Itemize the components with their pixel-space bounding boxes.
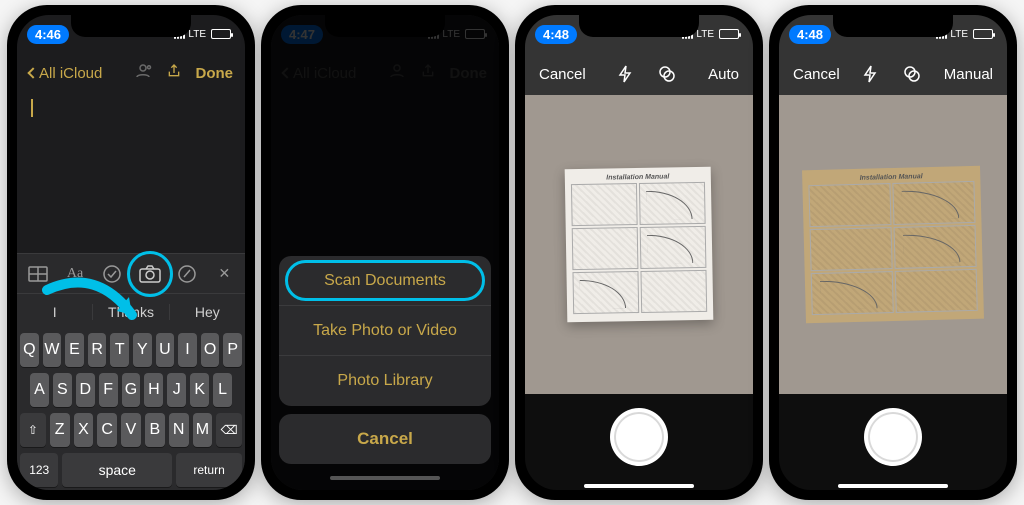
flash-icon[interactable]: [863, 65, 877, 83]
keyboard: Q W E R T Y U I O P A S D F G H J K L: [17, 329, 245, 490]
done-button[interactable]: Done: [196, 65, 234, 82]
phone-frame-4: 4:48 LTE Cancel Manual Installation Manu: [769, 5, 1017, 500]
close-icon[interactable]: ✕: [210, 259, 239, 289]
notes-navbar: All iCloud Done: [17, 53, 245, 93]
photo-library-item[interactable]: Photo Library: [279, 356, 491, 406]
prediction-3[interactable]: Hey: [170, 304, 245, 320]
time-pill[interactable]: 4:46: [27, 25, 69, 44]
share-icon[interactable]: [166, 62, 182, 85]
key-c[interactable]: C: [97, 413, 117, 447]
key-a[interactable]: A: [30, 373, 49, 407]
screen-scanner-manual: 4:48 LTE Cancel Manual Installation Manu: [779, 15, 1007, 490]
text-cursor: [31, 99, 33, 117]
cancel-label: Cancel: [357, 429, 413, 449]
key-f[interactable]: F: [99, 373, 118, 407]
note-body[interactable]: [17, 93, 245, 253]
key-q[interactable]: Q: [20, 333, 39, 367]
screen-notes-editor: 4:46 LTE All iCloud Done: [17, 15, 245, 490]
key-delete[interactable]: ⌫: [216, 413, 242, 447]
doc-title: Installation Manual: [571, 173, 705, 182]
battery-icon: [973, 29, 993, 39]
key-g[interactable]: G: [122, 373, 141, 407]
notch: [71, 15, 191, 37]
key-l[interactable]: L: [213, 373, 232, 407]
back-button[interactable]: All iCloud: [29, 65, 102, 82]
flash-icon[interactable]: [618, 65, 632, 83]
doc-grid: [571, 182, 707, 314]
shutter-bar: [779, 394, 1007, 480]
key-m[interactable]: M: [193, 413, 213, 447]
network-label: LTE: [696, 29, 714, 40]
take-photo-item[interactable]: Take Photo or Video: [279, 306, 491, 356]
document-preview: Installation Manual: [565, 167, 714, 323]
scan-documents-item[interactable]: Scan Documents: [279, 256, 491, 306]
key-b[interactable]: B: [145, 413, 165, 447]
shutter-button[interactable]: [864, 408, 922, 466]
phone-frame-1: 4:46 LTE All iCloud Done: [7, 5, 255, 500]
viewfinder[interactable]: Installation Manual: [779, 95, 1007, 394]
key-o[interactable]: O: [201, 333, 220, 367]
viewfinder[interactable]: Installation Manual: [525, 95, 753, 394]
time-pill[interactable]: 4:48: [789, 25, 831, 44]
shutter-bar: [525, 394, 753, 480]
phone-frame-3: 4:48 LTE Cancel Auto Installation Manual: [515, 5, 763, 500]
network-label: LTE: [950, 29, 968, 40]
notch: [579, 15, 699, 37]
battery-icon: [719, 29, 739, 39]
screen-action-sheet: 4:47 LTE All iCloud Done: [271, 15, 499, 490]
photo-library-label: Photo Library: [337, 372, 432, 390]
key-s[interactable]: S: [53, 373, 72, 407]
scan-documents-label: Scan Documents: [324, 272, 446, 290]
action-sheet-group: Scan Documents Take Photo or Video Photo…: [279, 256, 491, 406]
annotation-arrow: [37, 275, 147, 350]
doc-grid: [808, 181, 977, 315]
key-shift[interactable]: ⇧: [20, 413, 46, 447]
phone-frame-2: 4:47 LTE All iCloud Done: [261, 5, 509, 500]
back-label: All iCloud: [39, 65, 102, 82]
network-label: LTE: [188, 29, 206, 40]
key-z[interactable]: Z: [50, 413, 70, 447]
home-indicator[interactable]: [330, 476, 440, 480]
document-detected-overlay: Installation Manual: [802, 166, 984, 324]
key-n[interactable]: N: [169, 413, 189, 447]
key-p[interactable]: P: [223, 333, 242, 367]
key-return[interactable]: return: [176, 453, 242, 487]
markup-icon[interactable]: [172, 259, 201, 289]
key-k[interactable]: K: [190, 373, 209, 407]
home-indicator[interactable]: [838, 484, 948, 488]
key-u[interactable]: U: [156, 333, 175, 367]
key-row-3: ⇧ Z X C V B N M ⌫: [20, 413, 242, 447]
key-v[interactable]: V: [121, 413, 141, 447]
key-x[interactable]: X: [74, 413, 94, 447]
battery-icon: [211, 29, 231, 39]
time-pill[interactable]: 4:48: [535, 25, 577, 44]
take-photo-label: Take Photo or Video: [313, 322, 457, 340]
action-sheet: Scan Documents Take Photo or Video Photo…: [279, 256, 491, 482]
key-numbers[interactable]: 123: [20, 453, 58, 487]
filter-icon[interactable]: [658, 65, 676, 83]
scanner-top-bar: Cancel Auto: [525, 53, 753, 95]
cancel-button[interactable]: Cancel: [279, 414, 491, 464]
cancel-button[interactable]: Cancel: [793, 66, 840, 83]
key-j[interactable]: J: [167, 373, 186, 407]
notch: [325, 15, 445, 37]
key-row-4: 123 space return: [20, 453, 242, 487]
notch: [833, 15, 953, 37]
key-space[interactable]: space: [62, 453, 172, 487]
key-d[interactable]: D: [76, 373, 95, 407]
screen-scanner-auto: 4:48 LTE Cancel Auto Installation Manual: [525, 15, 753, 490]
mode-button[interactable]: Auto: [708, 66, 739, 83]
shutter-button[interactable]: [610, 408, 668, 466]
key-i[interactable]: I: [178, 333, 197, 367]
cancel-button[interactable]: Cancel: [539, 66, 586, 83]
chevron-left-icon: [27, 67, 38, 78]
home-indicator[interactable]: [584, 484, 694, 488]
key-h[interactable]: H: [144, 373, 163, 407]
filter-icon[interactable]: [903, 65, 921, 83]
key-row-2: A S D F G H J K L: [20, 373, 242, 407]
scanner-top-bar: Cancel Manual: [779, 53, 1007, 95]
collaborate-icon[interactable]: [134, 62, 152, 85]
mode-button[interactable]: Manual: [944, 66, 993, 83]
